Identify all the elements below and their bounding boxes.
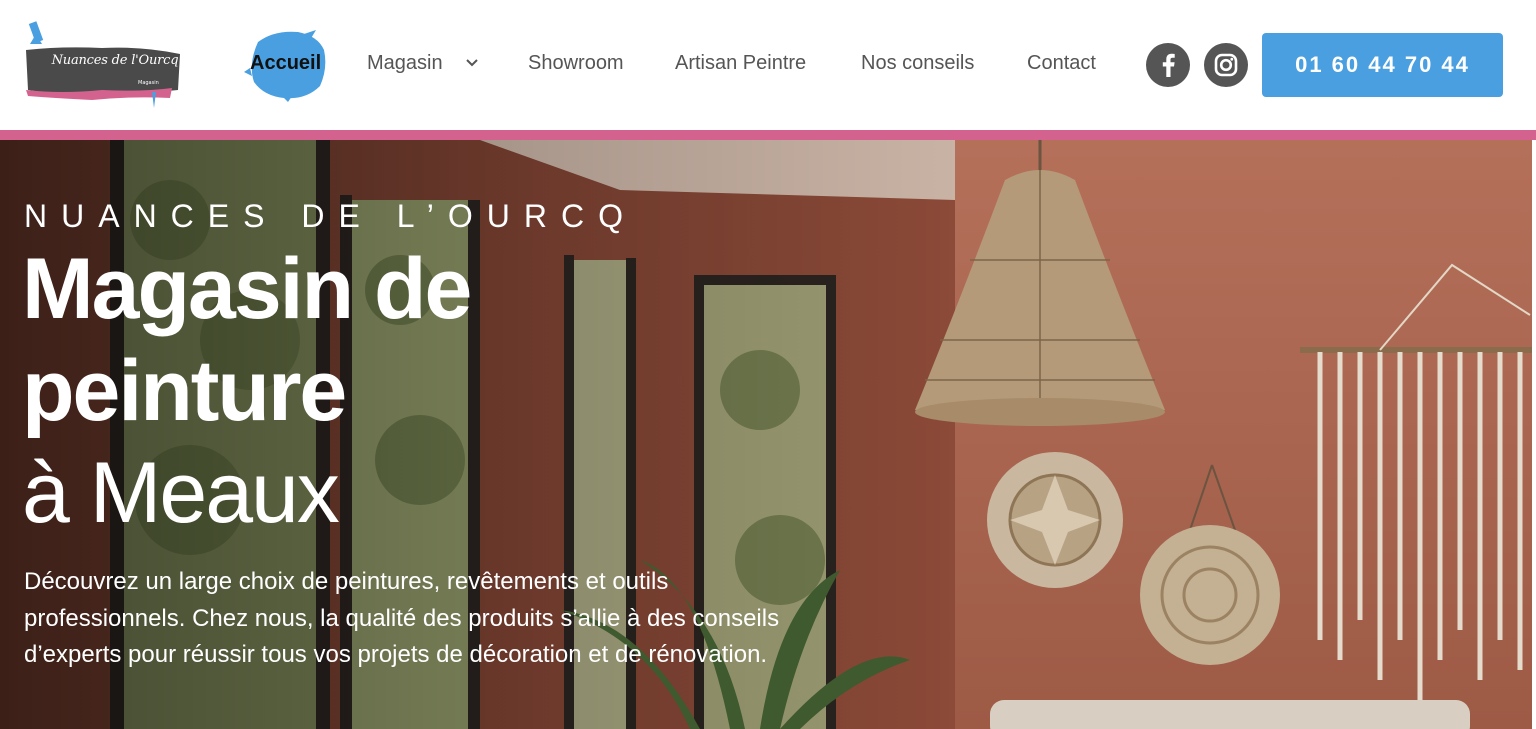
chevron-down-icon[interactable]: [465, 58, 479, 68]
site-header: Nuances de l'Ourcq Magasin Accueil Magas…: [0, 0, 1536, 130]
facebook-icon[interactable]: [1146, 43, 1190, 87]
nav-item-showroom[interactable]: Showroom: [528, 52, 624, 75]
nav-item-nos-conseils[interactable]: Nos conseils: [861, 52, 974, 75]
phone-button[interactable]: 01 60 44 70 44: [1262, 33, 1503, 97]
nav-item-artisan-peintre[interactable]: Artisan Peintre: [675, 52, 806, 75]
hero-title: Magasin de peinture à Meaux: [22, 238, 472, 544]
hero-banner: NUANCES DE L’OURCQ Magasin de peinture à…: [0, 140, 1532, 729]
header-accent-bar: [0, 130, 1536, 140]
instagram-icon[interactable]: [1204, 43, 1248, 87]
hero-title-line-2: peinture: [22, 343, 347, 439]
nav-item-accueil[interactable]: Accueil: [244, 28, 330, 102]
nav-item-magasin[interactable]: Magasin: [367, 52, 443, 75]
hero-title-line-1: Magasin de: [22, 241, 472, 337]
hero-title-line-3: à Meaux: [22, 445, 340, 541]
nav-label-accueil: Accueil: [250, 52, 322, 74]
hero-eyebrow: NUANCES DE L’OURCQ: [24, 198, 637, 234]
hero-description: Découvrez un large choix de peintures, r…: [24, 568, 780, 668]
nav-item-contact[interactable]: Contact: [1027, 52, 1096, 75]
